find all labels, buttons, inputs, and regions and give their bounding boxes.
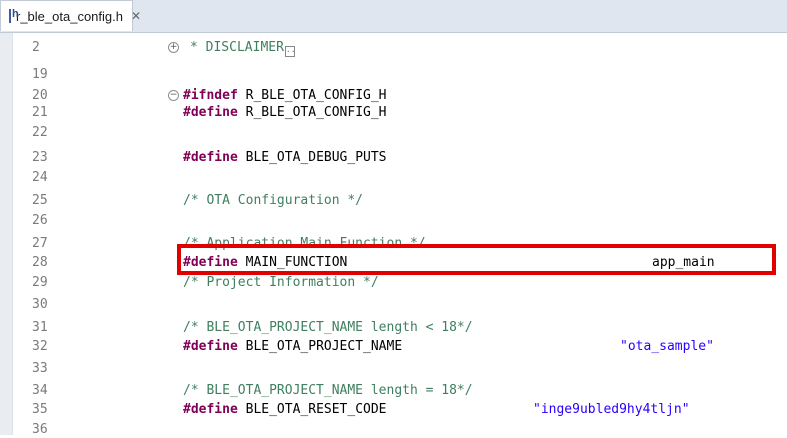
close-icon[interactable]: ✕ (131, 9, 141, 23)
preprocessor-keyword: #define (183, 150, 238, 165)
code-line: 21 #define R_BLE_OTA_CONFIG_H (0, 105, 787, 121)
code-line: 30 (0, 297, 787, 313)
tab-r-ble-ota-config[interactable]: r_ble_ota_config.h ✕ (0, 0, 141, 31)
macro-name: BLE_OTA_PROJECT_NAME (237, 339, 403, 354)
red-highlight-box (177, 244, 776, 275)
code-line: 36 (0, 422, 787, 438)
preprocessor-keyword: #define (183, 402, 238, 417)
line-number: 19 (32, 67, 48, 82)
macro-name: BLE_OTA_RESET_CODE (237, 402, 387, 417)
tab-filename: r_ble_ota_config.h (16, 8, 123, 24)
code-line: 32 #define BLE_OTA_PROJECT_NAME "ota_sam… (0, 339, 787, 355)
line-number: 35 (32, 402, 48, 417)
line-number: 22 (32, 125, 48, 140)
line-number: 21 (32, 105, 48, 120)
preprocessor-keyword: #ifndef (183, 88, 238, 103)
line-number: 31 (32, 320, 48, 335)
line-number: 33 (32, 361, 48, 376)
macro-name: BLE_OTA_DEBUG_PUTS (237, 150, 387, 165)
comment-text: /* Project Information */ (183, 275, 379, 290)
preprocessor-keyword: #define (183, 339, 238, 354)
comment-text: /* BLE_OTA_PROJECT_NAME length < 18*/ (183, 320, 473, 335)
line-number: 34 (32, 383, 48, 398)
editor-tab-bar: r_ble_ota_config.h ✕ (0, 0, 787, 33)
comment-text: /* OTA Configuration */ (183, 193, 364, 208)
string-literal: "ota_sample" (620, 339, 714, 354)
collapse-fold-icon[interactable]: − (168, 90, 179, 101)
string-literal: "inge9ubled9hy4tljn" (533, 402, 690, 417)
line-number: 23 (32, 150, 48, 165)
line-number: 20 (32, 88, 48, 103)
line-number: 24 (32, 170, 48, 185)
code-line: 25 /* OTA Configuration */ (0, 193, 787, 209)
line-number: 26 (32, 213, 48, 228)
line-number: 27 (32, 236, 48, 251)
line-number: 29 (32, 275, 48, 290)
code-line: 19 (0, 67, 787, 83)
code-line: 2 + * DISCLAIMER.. (0, 40, 787, 57)
code-line: 26 (0, 213, 787, 229)
comment-text: * DISCLAIMER (190, 40, 284, 55)
line-number: 36 (32, 422, 48, 437)
preprocessor-keyword: #define (183, 105, 238, 120)
line-number: 28 (32, 255, 48, 270)
line-number: 32 (32, 339, 48, 354)
line-number: 2 (32, 40, 40, 55)
macro-name: R_BLE_OTA_CONFIG_H (237, 88, 387, 103)
code-line: 22 (0, 125, 787, 141)
code-line: 24 (0, 170, 787, 186)
code-editor[interactable]: 2 + * DISCLAIMER.. 19 20 − #ifndef R_BLE… (0, 33, 787, 438)
code-line: 35 #define BLE_OTA_RESET_CODE "inge9uble… (0, 402, 787, 418)
expand-fold-icon[interactable]: + (168, 42, 179, 53)
header-file-icon (9, 8, 19, 23)
code-line: 31 /* BLE_OTA_PROJECT_NAME length < 18*/ (0, 320, 787, 336)
collapsed-block-icon[interactable]: .. (284, 46, 296, 57)
code-line: 34 /* BLE_OTA_PROJECT_NAME length = 18*/ (0, 383, 787, 399)
line-number: 30 (32, 297, 48, 312)
macro-name: R_BLE_OTA_CONFIG_H (237, 105, 387, 120)
code-line: 29 /* Project Information */ (0, 275, 787, 291)
line-number: 25 (32, 193, 48, 208)
code-line: 20 − #ifndef R_BLE_OTA_CONFIG_H (0, 88, 787, 104)
code-line: 33 (0, 361, 787, 377)
code-line: 23 #define BLE_OTA_DEBUG_PUTS (0, 150, 787, 166)
comment-text: /* BLE_OTA_PROJECT_NAME length = 18*/ (183, 383, 473, 398)
